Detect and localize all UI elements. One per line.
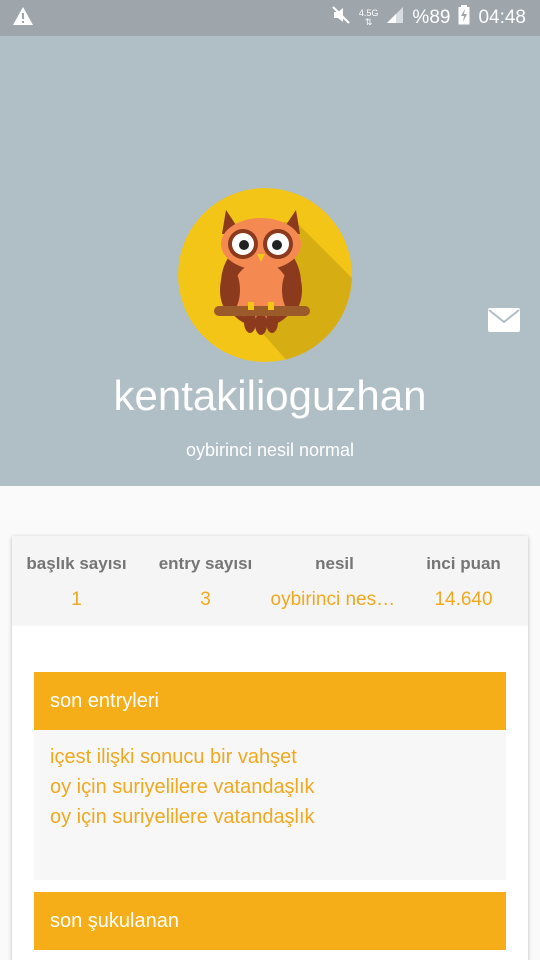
network-arrows-icon: ⇅ [364,17,373,27]
stat-label: başlık sayısı [26,554,127,573]
stat-entry-count: entry sayısı 3 [141,536,270,626]
network-indicator: 4.5G ⇅ [359,9,379,27]
owl-avatar[interactable] [178,188,352,362]
mute-icon [331,5,351,31]
stat-label: nesil [315,554,354,573]
signal-icon [386,6,404,30]
profile-header: kentakilioguzhan oybirinci nesil normal [0,36,540,486]
recent-entries-list: içest ilişki sonucu bir vahşet oy için s… [34,730,506,880]
warning-icon [12,6,34,31]
recent-entries-header: son entryleri [34,672,506,730]
status-bar: 4.5G ⇅ %89 04:48 [0,0,540,36]
recent-favorites-header: son şukulanan [34,892,506,950]
stat-label: inci puan [426,554,501,573]
stat-topic-count: başlık sayısı 1 [12,536,141,626]
entry-link[interactable]: oy için suriyelilere vatandaşlık [50,772,490,802]
mail-icon[interactable] [488,308,520,332]
stats-row: başlık sayısı 1 entry sayısı 3 nesil oyb… [12,536,528,626]
profile-card: başlık sayısı 1 entry sayısı 3 nesil oyb… [12,536,528,960]
stat-value: oybirinci nesil normal [270,589,399,610]
stat-label: entry sayısı [158,554,253,573]
battery-level: %89 [412,7,451,28]
status-left [12,6,34,31]
status-right: 4.5G ⇅ %89 04:48 [331,5,526,31]
profile-content: başlık sayısı 1 entry sayısı 3 nesil oyb… [0,486,540,960]
stat-karma-points: inci puan 14.640 [399,536,528,626]
stat-value: 3 [200,589,211,610]
entry-link[interactable]: içest ilişki sonucu bir vahşet [50,742,490,772]
user-generation: oybirinci nesil normal [185,440,355,460]
battery-charging-icon [458,5,470,31]
username: kentakilioguzhan [113,372,427,419]
clock: 04:48 [478,7,526,28]
stat-value: 1 [71,589,82,610]
entry-link[interactable]: oy için suriyelilere vatandaşlık [50,802,490,832]
stat-value: 14.640 [434,589,493,610]
stat-generation: nesil oybirinci nesil normal [270,536,399,626]
